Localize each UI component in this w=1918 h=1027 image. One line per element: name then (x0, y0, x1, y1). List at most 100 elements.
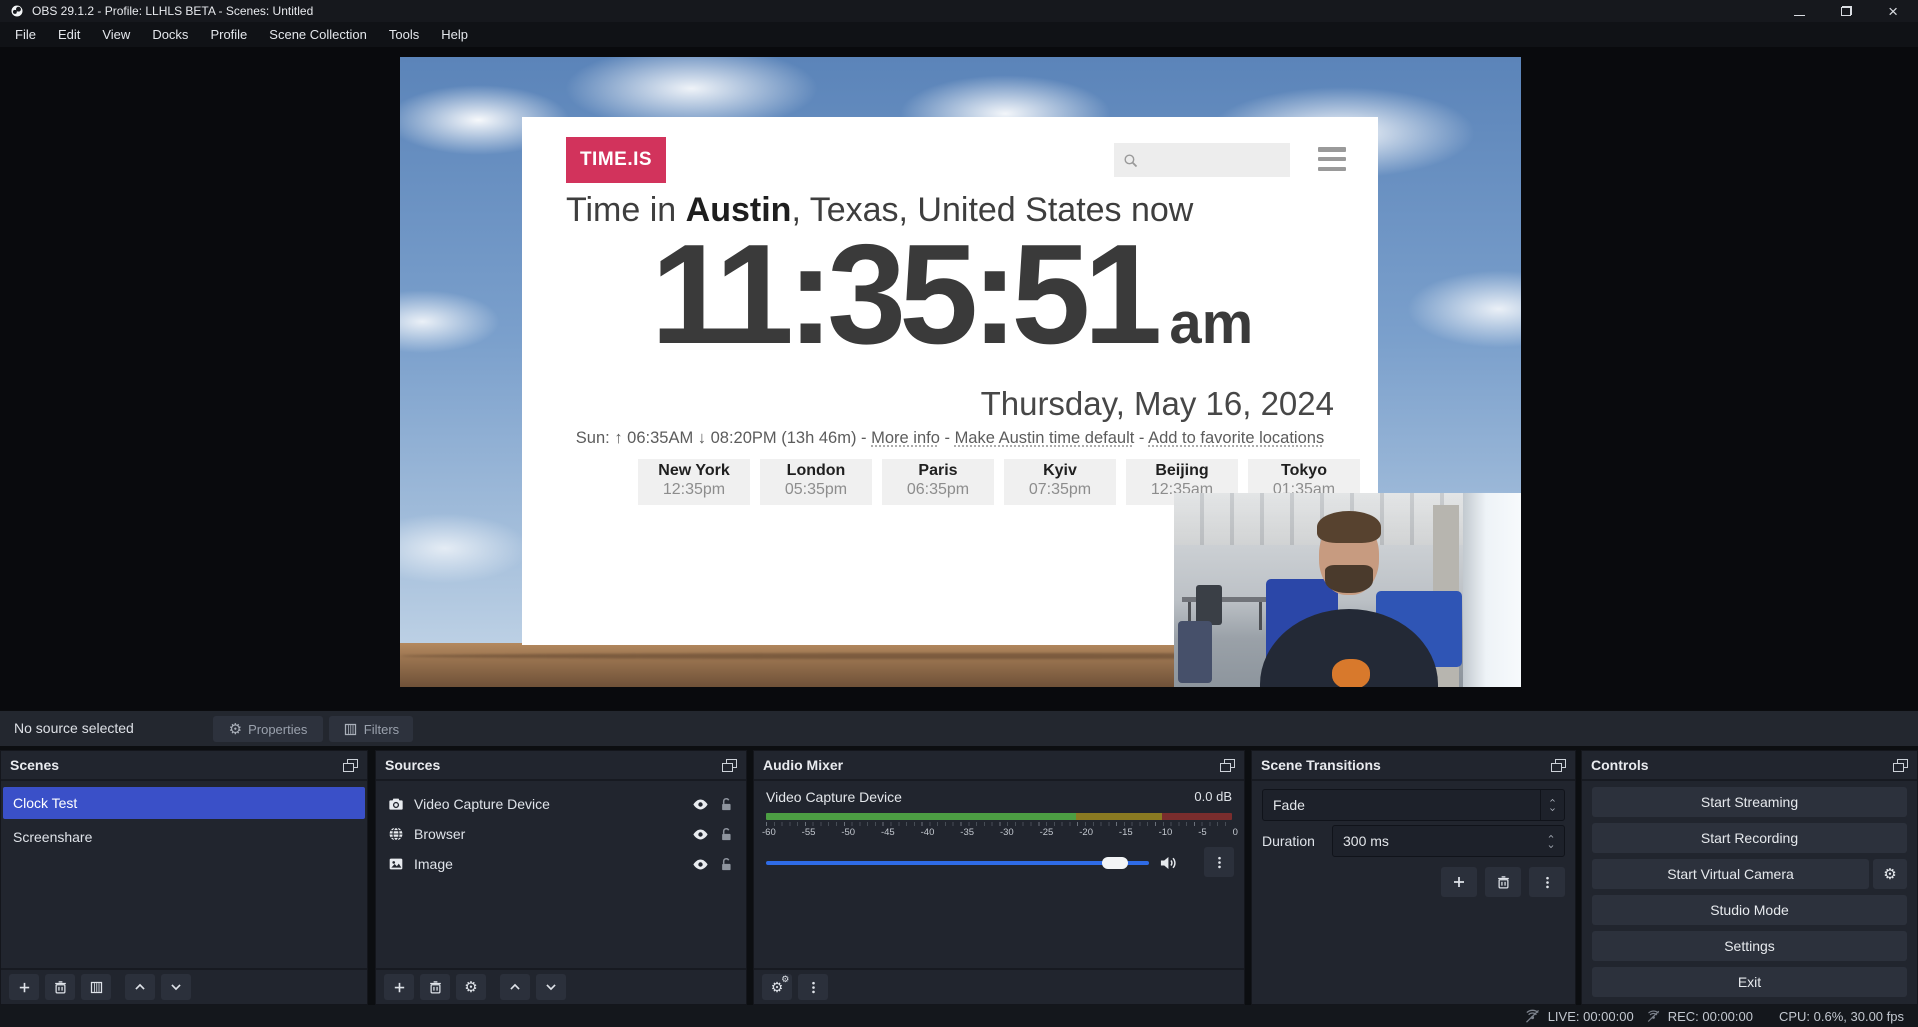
hamburger-menu-icon[interactable] (1318, 147, 1346, 171)
restore-icon (1841, 6, 1852, 16)
settings-button[interactable]: Settings (1592, 931, 1907, 961)
source-item-browser[interactable]: Browser (376, 819, 746, 849)
filters-button[interactable]: Filters (329, 716, 413, 742)
virtual-camera-settings-button[interactable]: ⚙ (1873, 859, 1907, 889)
source-down-button[interactable] (536, 974, 566, 1000)
lock-icon[interactable] (719, 827, 734, 842)
transition-select[interactable]: Fade (1262, 789, 1565, 821)
plus-icon (392, 980, 407, 995)
remove-scene-button[interactable] (45, 974, 75, 1000)
popout-dock-icon[interactable] (1551, 759, 1566, 772)
duration-spinner[interactable]: 300 ms (1332, 825, 1565, 857)
visibility-eye-icon[interactable] (692, 796, 709, 813)
world-clock-kyiv[interactable]: Kyiv07:35pm (1004, 459, 1116, 505)
menu-scene-collection[interactable]: Scene Collection (258, 22, 378, 47)
source-item-video-capture[interactable]: Video Capture Device (376, 789, 746, 819)
chevron-up-icon (133, 980, 147, 994)
chevron-down-icon (1548, 806, 1557, 813)
program-preview[interactable]: TIME.IS Time in Austin, Texas, United St… (400, 57, 1521, 687)
popout-dock-icon[interactable] (343, 759, 358, 772)
remove-transition-button[interactable] (1485, 867, 1521, 897)
double-gear-icon: ⚙ (771, 980, 784, 994)
menu-bar: File Edit View Docks Profile Scene Colle… (0, 22, 1918, 47)
remove-source-button[interactable] (420, 974, 450, 1000)
studio-mode-button[interactable]: Studio Mode (1592, 895, 1907, 925)
exit-button[interactable]: Exit (1592, 967, 1907, 997)
add-scene-button[interactable] (9, 974, 39, 1000)
sun-info-line: Sun: ↑ 06:35AM ↓ 08:20PM (13h 46m) - Mor… (522, 429, 1378, 448)
make-default-link[interactable]: Make Austin time default (955, 429, 1135, 447)
scene-up-button[interactable] (125, 974, 155, 1000)
volume-slider-handle[interactable] (1102, 857, 1128, 869)
transitions-panel-title: Scene Transitions (1261, 757, 1381, 773)
popout-dock-icon[interactable] (1220, 759, 1235, 772)
menu-edit[interactable]: Edit (47, 22, 91, 47)
source-item-image[interactable]: Image (376, 849, 746, 879)
menu-tools[interactable]: Tools (378, 22, 430, 47)
menu-help[interactable]: Help (430, 22, 479, 47)
scene-filters-button[interactable] (81, 974, 111, 1000)
visibility-eye-icon[interactable] (692, 826, 709, 843)
world-clock-london[interactable]: London05:35pm (760, 459, 872, 505)
favorite-link[interactable]: Add to favorite locations (1148, 429, 1324, 447)
scene-down-button[interactable] (161, 974, 191, 1000)
kebab-menu-icon (806, 980, 821, 995)
mixer-menu-button[interactable] (798, 974, 828, 1000)
filters-icon (343, 722, 358, 737)
scene-item-screenshare[interactable]: Screenshare (3, 821, 365, 853)
controls-panel-title: Controls (1591, 757, 1649, 773)
cpu-fps-stats: CPU: 0.6%, 30.00 fps (1779, 1009, 1904, 1024)
lock-icon[interactable] (719, 797, 734, 812)
start-streaming-button[interactable]: Start Streaming (1592, 787, 1907, 817)
volume-slider[interactable] (766, 853, 1149, 873)
webcam-overlay (1174, 493, 1521, 687)
mixer-options-button[interactable] (1204, 847, 1234, 877)
scene-item-clock-test[interactable]: Clock Test (3, 787, 365, 819)
source-up-button[interactable] (500, 974, 530, 1000)
scenes-panel-title: Scenes (10, 757, 59, 773)
start-recording-button[interactable]: Start Recording (1592, 823, 1907, 853)
add-source-button[interactable] (384, 974, 414, 1000)
duration-label: Duration (1262, 833, 1315, 849)
transition-properties-button[interactable] (1529, 867, 1565, 897)
time-digits: 11:35:51 (651, 213, 1156, 376)
menu-file[interactable]: File (4, 22, 47, 47)
stream-signal-icon (1524, 1008, 1541, 1025)
preview-canvas[interactable]: TIME.IS Time in Austin, Texas, United St… (0, 47, 1918, 710)
world-clock-paris[interactable]: Paris06:35pm (882, 459, 994, 505)
minimize-button[interactable] (1794, 5, 1805, 18)
visibility-eye-icon[interactable] (692, 856, 709, 873)
person-beard (1325, 565, 1373, 593)
spinner-chevrons[interactable] (1542, 833, 1564, 850)
meter-tick-labels: -60-55-50-45-40-35-30-25-20-15-10-50 (762, 827, 1238, 838)
menu-view[interactable]: View (91, 22, 141, 47)
popout-dock-icon[interactable] (1893, 759, 1908, 772)
trash-icon (53, 980, 68, 995)
chevron-up-icon (1548, 797, 1557, 804)
world-clock-newyork[interactable]: New York12:35pm (638, 459, 750, 505)
sources-panel: Sources Video Capture Device Browser (375, 750, 747, 1005)
popout-dock-icon[interactable] (722, 759, 737, 772)
title-bar: OBS 29.1.2 - Profile: LLHLS BETA - Scene… (0, 0, 1918, 22)
start-virtual-camera-button[interactable]: Start Virtual Camera (1592, 859, 1869, 889)
close-button[interactable]: × (1888, 3, 1898, 20)
speaker-icon[interactable] (1158, 853, 1178, 873)
search-input[interactable] (1114, 143, 1290, 177)
timeis-logo[interactable]: TIME.IS (566, 137, 666, 183)
more-info-link[interactable]: More info (871, 429, 940, 447)
source-properties-button[interactable]: ⚙ (456, 974, 486, 1000)
restore-button[interactable] (1841, 5, 1852, 18)
trash-icon (1496, 875, 1511, 890)
mixer-channel-name: Video Capture Device (766, 789, 902, 805)
properties-button[interactable]: ⚙ Properties (213, 716, 323, 742)
add-transition-button[interactable] (1441, 867, 1477, 897)
person-hair (1317, 511, 1381, 543)
current-time-display: 11:35:51 am (546, 213, 1358, 376)
menu-profile[interactable]: Profile (199, 22, 258, 47)
source-toolbar: No source selected ⚙ Properties Filters (0, 710, 1918, 746)
audio-mixer-title: Audio Mixer (763, 757, 843, 773)
advanced-audio-button[interactable]: ⚙ (762, 974, 792, 1000)
lock-icon[interactable] (719, 857, 734, 872)
scenes-panel: Scenes Clock Test Screenshare (0, 750, 368, 1005)
menu-docks[interactable]: Docks (141, 22, 199, 47)
